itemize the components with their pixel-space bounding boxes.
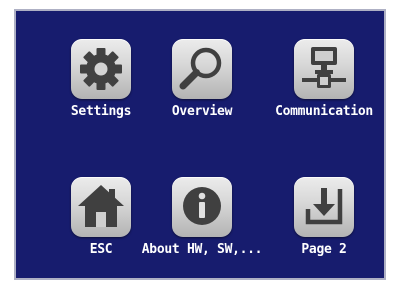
magnifier-icon <box>179 47 222 90</box>
home-icon <box>78 185 124 227</box>
communication-label: Communication <box>275 104 373 119</box>
communication-button[interactable] <box>294 39 354 99</box>
esc-button[interactable] <box>71 177 131 237</box>
gear-icon <box>80 48 122 90</box>
page2-button[interactable] <box>294 177 354 237</box>
overview-button[interactable] <box>172 39 232 99</box>
page2-label: Page 2 <box>301 242 347 257</box>
page-down-icon <box>305 188 343 225</box>
menu-screen: Settings Overview Communication ESC Abou… <box>14 9 386 280</box>
settings-button[interactable] <box>71 39 131 99</box>
page2-tile[interactable]: Page 2 <box>259 177 389 287</box>
network-icon <box>302 47 346 88</box>
about-button[interactable] <box>172 177 232 237</box>
communication-tile[interactable]: Communication <box>259 39 389 149</box>
overview-tile[interactable]: Overview <box>137 39 267 149</box>
about-tile[interactable]: About HW, SW,... <box>137 177 267 287</box>
info-icon <box>183 187 221 225</box>
